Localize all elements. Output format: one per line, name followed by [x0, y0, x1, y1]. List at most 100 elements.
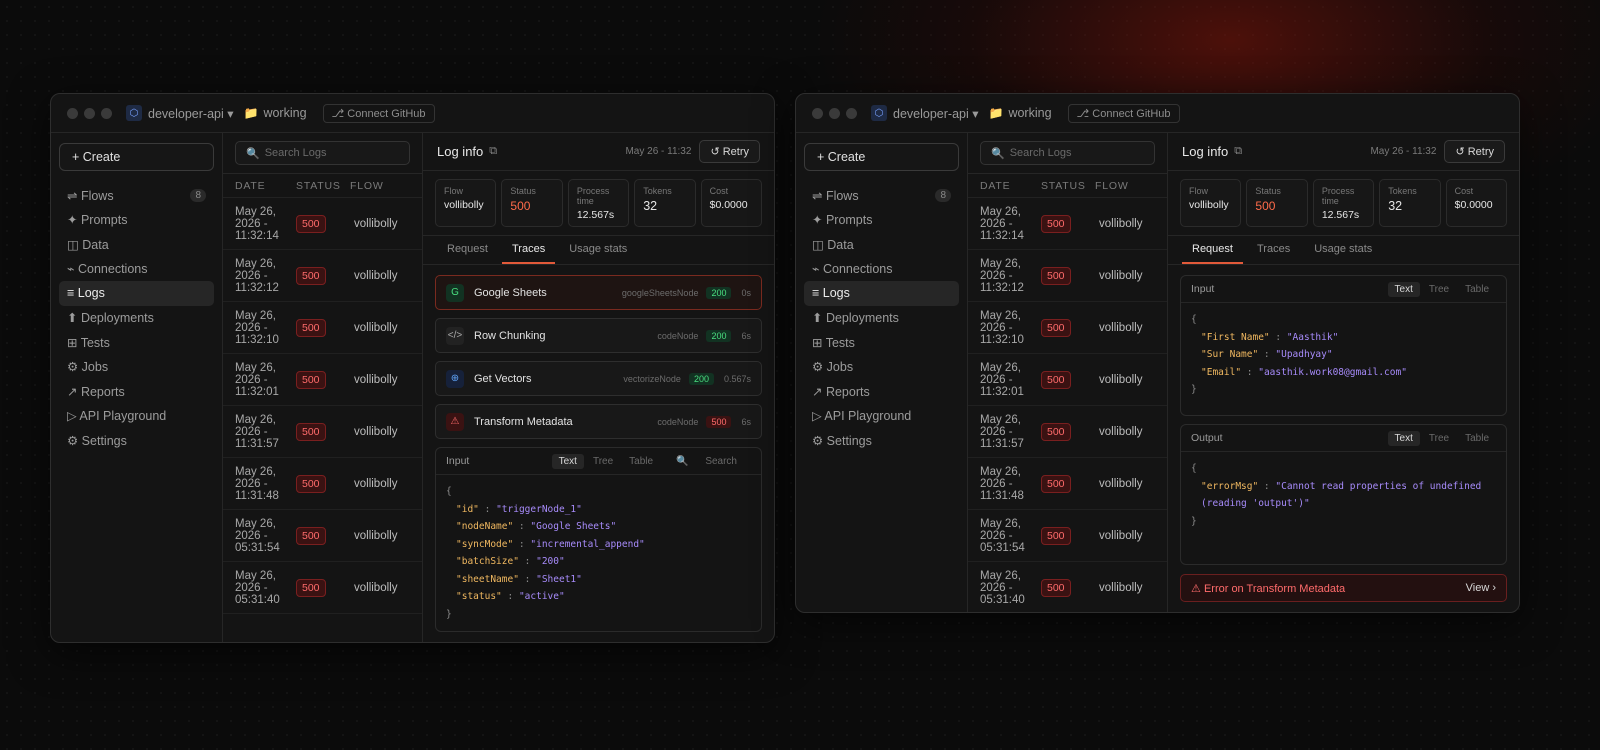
trace-name: Transform Metadata — [474, 415, 573, 428]
json-value: "Cannot read properties of undefined — [1275, 480, 1482, 492]
sidebar-item-reports[interactable]: ↗ Reports — [59, 379, 214, 404]
sidebar-item-data[interactable]: ◫ Data — [804, 232, 959, 257]
sidebar-item-prompts[interactable]: ✦ Prompts — [804, 208, 959, 233]
table-row[interactable]: May 26, 2026 - 11:32:14 500 vollibolly — [968, 198, 1167, 250]
sidebar-item-settings[interactable]: ⚙ Settings — [804, 428, 959, 453]
table-row[interactable]: May 26, 2026 - 11:32:12 500 vollibolly — [968, 250, 1167, 302]
search-input[interactable]: 🔍 Search Logs — [980, 141, 1155, 165]
sidebar-item-data[interactable]: ◫ Data — [59, 232, 214, 257]
sidebar-item-deployments[interactable]: ⬆ Deployments — [59, 306, 214, 331]
sidebar-item-reports[interactable]: ↗ Reports — [804, 379, 959, 404]
json-key: "First Name" — [1201, 331, 1270, 343]
project-selector[interactable]: ⬡ developer-api ▾ — [871, 105, 979, 121]
view-table-button[interactable]: Table — [622, 454, 660, 469]
trace-item-transform-metadata[interactable]: ⚠ Transform Metadata codeNode 500 6s — [435, 404, 762, 439]
retry-button[interactable]: ↺ Retry — [699, 140, 760, 163]
minimize-dot[interactable] — [829, 107, 840, 119]
close-dot[interactable] — [67, 107, 78, 119]
tab-usage-stats[interactable]: Usage stats — [559, 236, 637, 264]
view-error-link[interactable]: View › — [1466, 582, 1496, 594]
copy-icon[interactable]: ⧉ — [489, 145, 497, 158]
view-table-button[interactable]: Table — [1458, 431, 1496, 446]
json-value: "Google Sheets" — [530, 521, 617, 532]
table-row[interactable]: May 26, 2026 - 11:32:12 500 vollibolly — [223, 250, 422, 302]
sidebar-item-flows[interactable]: ⇌ Flows 8 — [804, 183, 959, 208]
sidebar-item-tests[interactable]: ⊞ Tests — [804, 330, 959, 355]
table-row[interactable]: May 26, 2026 - 11:32:10 500 vollibolly — [223, 302, 422, 354]
tab-traces[interactable]: Traces — [1247, 236, 1300, 264]
copy-icon[interactable]: ⧉ — [1234, 145, 1242, 158]
table-row[interactable]: May 26, 2026 - 11:31:48 500 vollibolly — [968, 458, 1167, 510]
view-text-button[interactable]: Text — [1387, 281, 1420, 297]
sidebar-item-connections[interactable]: ⌁ Connections — [59, 257, 214, 282]
project-selector[interactable]: ⬡ developer-api ▾ — [126, 105, 234, 121]
sidebar-item-api-playground[interactable]: ▷ API Playground — [59, 404, 214, 429]
table-row[interactable]: May 26, 2026 - 05:31:40 500 vollibolly — [223, 562, 422, 614]
sidebar-item-jobs[interactable]: ⚙ Jobs — [804, 355, 959, 380]
sidebar-item-label: ✦ Prompts — [67, 213, 128, 228]
json-key: "nodeName" — [456, 521, 514, 532]
panel-search-button[interactable]: 🔍 Search — [662, 454, 751, 469]
maximize-dot[interactable] — [846, 107, 857, 119]
close-dot[interactable] — [812, 107, 823, 119]
branch-indicator[interactable]: 📁 working — [244, 106, 307, 120]
sidebar-item-tests[interactable]: ⊞ Tests — [59, 330, 214, 355]
table-row[interactable]: May 26, 2026 - 11:32:01 500 vollibolly — [968, 354, 1167, 406]
error-banner[interactable]: ⚠ Error on Transform Metadata View › — [1180, 574, 1507, 602]
table-row[interactable]: May 26, 2026 - 11:31:57 500 vollibolly — [968, 406, 1167, 458]
sidebar-item-deployments[interactable]: ⬆ Deployments — [804, 306, 959, 331]
tab-request[interactable]: Request — [1182, 236, 1243, 264]
table-row[interactable]: May 26, 2026 - 11:31:48 500 vollibolly — [223, 458, 422, 510]
stat-value: $0.0000 — [709, 199, 748, 211]
view-tree-button[interactable]: Tree — [586, 454, 620, 469]
sidebar-item-label: ⇌ Flows — [67, 188, 114, 203]
trace-item-google-sheets[interactable]: G Google Sheets googleSheetsNode 200 0s — [435, 275, 762, 310]
sidebar-item-connections[interactable]: ⌁ Connections — [804, 257, 959, 282]
row-flow: vollibolly — [354, 217, 398, 230]
table-row[interactable]: May 26, 2026 - 11:32:01 500 vollibolly — [223, 354, 422, 406]
sidebar-item-settings[interactable]: ⚙ Settings — [59, 428, 214, 453]
warning-icon: ⚠ — [446, 412, 464, 431]
connect-github-button[interactable]: ⎇ Connect GitHub — [1067, 103, 1180, 123]
trace-item-get-vectors[interactable]: ⊕ Get Vectors vectorizeNode 200 0.567s — [435, 361, 762, 396]
sidebar-item-prompts[interactable]: ✦ Prompts — [59, 208, 214, 233]
create-button[interactable]: + Create — [804, 143, 959, 171]
sidebar-item-api-playground[interactable]: ▷ API Playground — [804, 404, 959, 429]
view-table-button[interactable]: Table — [1458, 282, 1496, 297]
view-tree-button[interactable]: Tree — [1422, 282, 1456, 297]
maximize-dot[interactable] — [101, 107, 112, 119]
json-brace: } — [1191, 515, 1197, 527]
tab-usage-stats[interactable]: Usage stats — [1304, 236, 1382, 264]
create-button[interactable]: + Create — [59, 143, 214, 171]
stat-value: 32 — [1388, 199, 1403, 213]
trace-item-row-chunking[interactable]: </> Row Chunking codeNode 200 6s — [435, 318, 762, 353]
sidebar-item-flows[interactable]: ⇌ Flows 8 — [59, 183, 214, 208]
branch-indicator[interactable]: 📁 working — [989, 106, 1052, 120]
sidebar: + Create ⇌ Flows 8 ✦ Prompts ◫ Data ⌁ Con… — [796, 133, 968, 612]
tab-traces[interactable]: Traces — [501, 236, 556, 264]
table-row[interactable]: May 26, 2026 - 05:31:54 500 vollibolly — [968, 510, 1167, 562]
sidebar-item-logs[interactable]: ≡ Logs — [59, 281, 214, 306]
tab-request[interactable]: Request — [437, 236, 498, 264]
connect-github-button[interactable]: ⎇ Connect GitHub — [322, 103, 435, 123]
view-tree-button[interactable]: Tree — [1422, 431, 1456, 446]
view-text-button[interactable]: Text — [551, 453, 584, 469]
row-date: May 26, 2026 - 11:32:10 — [980, 309, 1024, 346]
table-row[interactable]: May 26, 2026 - 05:31:40 500 vollibolly — [968, 562, 1167, 612]
table-row[interactable]: May 26, 2026 - 05:31:54 500 vollibolly — [223, 510, 422, 562]
row-flow: vollibolly — [354, 269, 398, 282]
table-row[interactable]: May 26, 2026 - 11:31:57 500 vollibolly — [223, 406, 422, 458]
json-line: "First Name" : "Aasthik" — [1201, 331, 1339, 343]
stats-row: Flow vollibolly Status 500 Process time 12.… — [1168, 171, 1519, 236]
table-row[interactable]: May 26, 2026 - 11:32:14 500 vollibolly — [223, 198, 422, 250]
minimize-dot[interactable] — [84, 107, 95, 119]
retry-button[interactable]: ↺ Retry — [1444, 140, 1505, 163]
table-row[interactable]: May 26, 2026 - 11:32:10 500 vollibolly — [968, 302, 1167, 354]
sidebar-item-jobs[interactable]: ⚙ Jobs — [59, 355, 214, 380]
sidebar-item-logs[interactable]: ≡ Logs — [804, 281, 959, 306]
sidebar-item-label: ⊞ Tests — [67, 335, 110, 350]
view-text-button[interactable]: Text — [1387, 430, 1420, 446]
status-badge: 500 — [1041, 474, 1071, 493]
row-date: May 26, 2026 - 11:32:10 — [235, 309, 279, 346]
search-input[interactable]: 🔍 Search Logs — [235, 141, 410, 165]
